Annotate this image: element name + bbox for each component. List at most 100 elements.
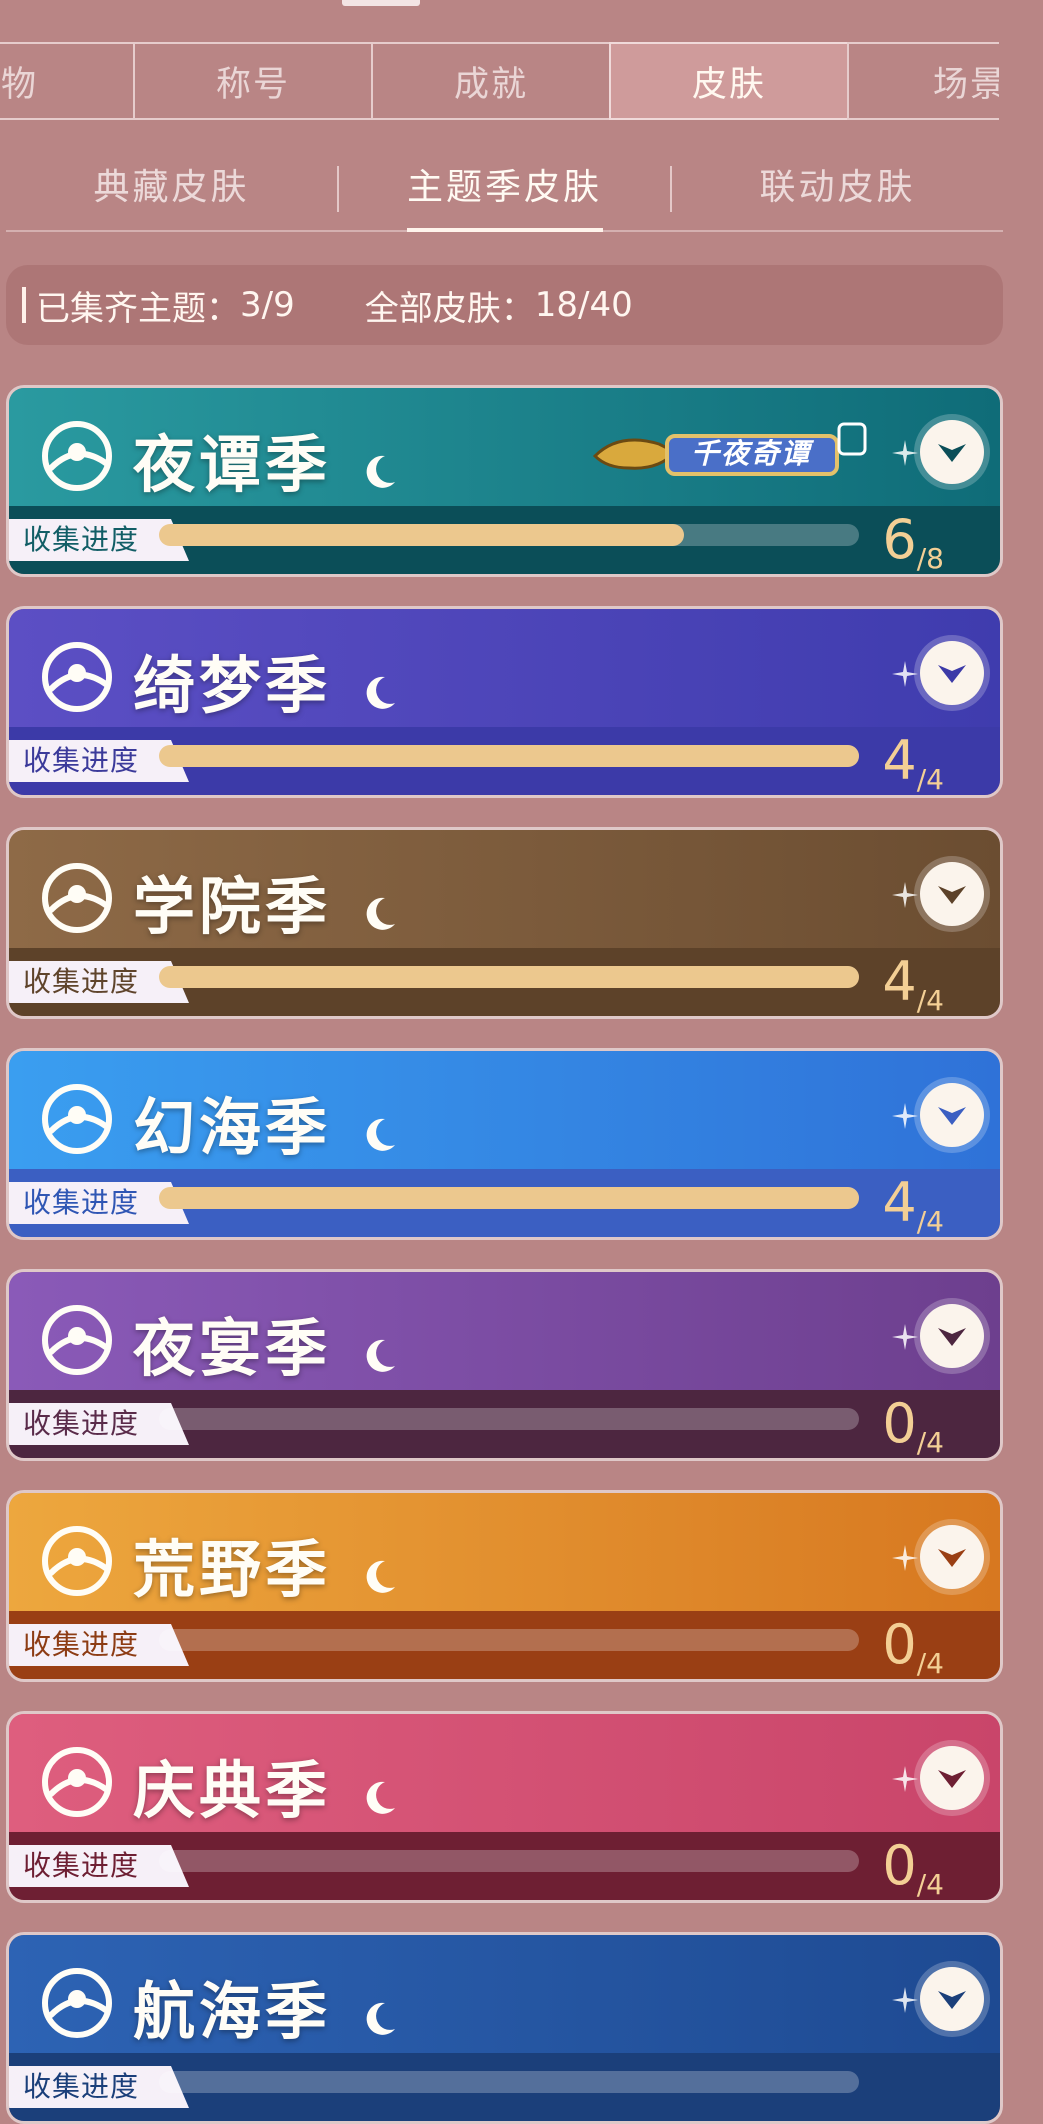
season-card[interactable]: 幻海季 收集进度 4/4 <box>6 1048 1003 1240</box>
season-name: 幻海季 <box>133 1091 332 1164</box>
tab-gifts[interactable]: 礼物 <box>0 42 135 120</box>
expand-button[interactable] <box>920 420 984 484</box>
subtab-collab-skins[interactable]: 联动皮肤 <box>672 160 1003 230</box>
chevron-down-icon <box>938 1107 966 1125</box>
progress-bar <box>159 745 859 767</box>
collected-count: 6 <box>882 508 917 571</box>
chevron-down-icon <box>938 1328 966 1346</box>
expand-button[interactable] <box>920 1525 984 1589</box>
progress-fill <box>159 524 684 546</box>
badge-label: 千夜奇谭 <box>690 437 811 470</box>
progress-count: 0/4 <box>882 1611 944 1679</box>
progress-label: 收集进度 <box>23 2070 140 2103</box>
season-card[interactable]: 荒野季收集进度 0/4 <box>6 1490 1003 1682</box>
sparkle-icon <box>366 1339 395 1372</box>
progress-row: 收集进度 6/8 <box>9 506 1000 574</box>
collection-summary: 已集齐主题： 3/9 全部皮肤： 18/40 <box>6 265 1003 345</box>
expand-button[interactable] <box>920 1746 984 1810</box>
expand-button[interactable] <box>920 862 984 926</box>
progress-label: 收集进度 <box>23 744 140 777</box>
boot-icon <box>366 1560 395 1593</box>
themes-label: 已集齐主题： <box>36 288 240 329</box>
horn-icon <box>42 1747 112 1817</box>
total-count: /8 <box>916 542 944 575</box>
anchor-icon <box>366 2002 395 2035</box>
sparkle-icon <box>892 440 918 466</box>
progress-bar <box>159 1408 859 1430</box>
season-card[interactable]: 绮梦季 收集进度 4/4 <box>6 606 1003 798</box>
season-banner: 学院季 <box>9 830 1000 954</box>
tab-titles[interactable]: 称号 <box>133 42 373 120</box>
top-tab-bar: 礼物 称号 成就 皮肤 场景 <box>0 42 1003 124</box>
tab-scenes[interactable]: 场景 <box>847 42 999 120</box>
sparkle-icon <box>892 1103 918 1129</box>
expand-button[interactable] <box>920 1083 984 1147</box>
season-banner: 庆典季 <box>9 1714 1000 1838</box>
progress-bar <box>159 1187 859 1209</box>
progress-row: 收集进度 0/4 <box>9 1832 1000 1900</box>
cowboy-hat-icon <box>42 1526 112 1596</box>
collected-count: 4 <box>882 950 917 1013</box>
sparkle-icon <box>892 882 918 908</box>
total-count: /4 <box>916 763 944 796</box>
tab-achievements[interactable]: 成就 <box>371 42 611 120</box>
skins-label: 全部皮肤： <box>364 288 535 329</box>
subtab-season-skins[interactable]: 主题季皮肤 <box>339 160 670 230</box>
season-name: 庆典季 <box>133 1754 332 1827</box>
progress-row: 收集进度 0/4 <box>9 1390 1000 1458</box>
progress-row: 收集进度 4/4 <box>9 727 1000 795</box>
progress-count: 4/4 <box>882 727 944 795</box>
progress-bar <box>159 1850 859 1872</box>
progress-bar <box>159 524 859 546</box>
expand-button[interactable] <box>920 641 984 705</box>
progress-count: 6/8 <box>882 506 944 574</box>
crescent-moon-icon <box>366 455 395 488</box>
season-card[interactable]: 夜宴季 收集进度 0/4 <box>6 1269 1003 1461</box>
season-banner: 夜谭季 千夜奇谭 <box>9 388 1000 512</box>
progress-row: 收集进度 0/4 <box>9 1611 1000 1679</box>
season-name: 学院季 <box>133 870 332 943</box>
season-name: 夜谭季 <box>133 428 332 501</box>
expand-button[interactable] <box>920 1967 984 2031</box>
progress-row: 收集进度 4/4 <box>9 1169 1000 1237</box>
season-card[interactable]: 庆典季 收集进度 0/4 <box>6 1711 1003 1903</box>
chevron-down-icon <box>938 886 966 904</box>
subtab-collection-skins[interactable]: 典藏皮肤 <box>6 160 337 230</box>
season-card[interactable]: 夜谭季 千夜奇谭收集进度 6/8 <box>6 385 1003 577</box>
progress-fill <box>159 966 859 988</box>
seashell-icon <box>366 1118 395 1151</box>
top-scroll-indicator <box>342 0 420 6</box>
progress-row: 收集进度 <box>9 2053 1000 2121</box>
collected-count: 4 <box>882 729 917 792</box>
chevron-down-icon <box>938 1549 966 1567</box>
season-banner: 夜宴季 <box>9 1272 1000 1396</box>
season-card[interactable]: 航海季收集进度 <box>6 1932 1003 2124</box>
total-count: /4 <box>916 1647 944 1680</box>
season-name: 航海季 <box>133 1975 332 2048</box>
progress-label: 收集进度 <box>23 1849 140 1882</box>
season-name: 荒野季 <box>133 1533 332 1606</box>
sub-tab-bar: 典藏皮肤 主题季皮肤 联动皮肤 <box>6 160 1003 232</box>
sparkle-icon <box>892 1545 918 1571</box>
moon-star-icon <box>42 642 112 712</box>
goblet-icon <box>42 1305 112 1375</box>
expand-button[interactable] <box>920 1304 984 1368</box>
progress-fill <box>159 1187 859 1209</box>
progress-row: 收集进度 4/4 <box>9 948 1000 1016</box>
collection-badge: 千夜奇谭 <box>589 422 874 486</box>
season-banner: 荒野季 <box>9 1493 1000 1617</box>
ship-icon <box>42 1968 112 2038</box>
progress-bar <box>159 1629 859 1651</box>
season-name: 夜宴季 <box>133 1312 332 1385</box>
collected-count: 0 <box>882 1392 917 1455</box>
total-count: /4 <box>916 1868 944 1901</box>
sparkle-icon <box>892 1766 918 1792</box>
progress-label: 收集进度 <box>23 1628 140 1661</box>
tab-skins[interactable]: 皮肤 <box>609 42 849 120</box>
collected-count: 0 <box>882 1613 917 1676</box>
skins-value: 18/40 <box>534 285 633 325</box>
themes-value: 3/9 <box>240 285 295 325</box>
season-card[interactable]: 学院季 收集进度 4/4 <box>6 827 1003 1019</box>
sparkle-icon <box>892 1324 918 1350</box>
wizard-hat-icon <box>366 897 395 930</box>
